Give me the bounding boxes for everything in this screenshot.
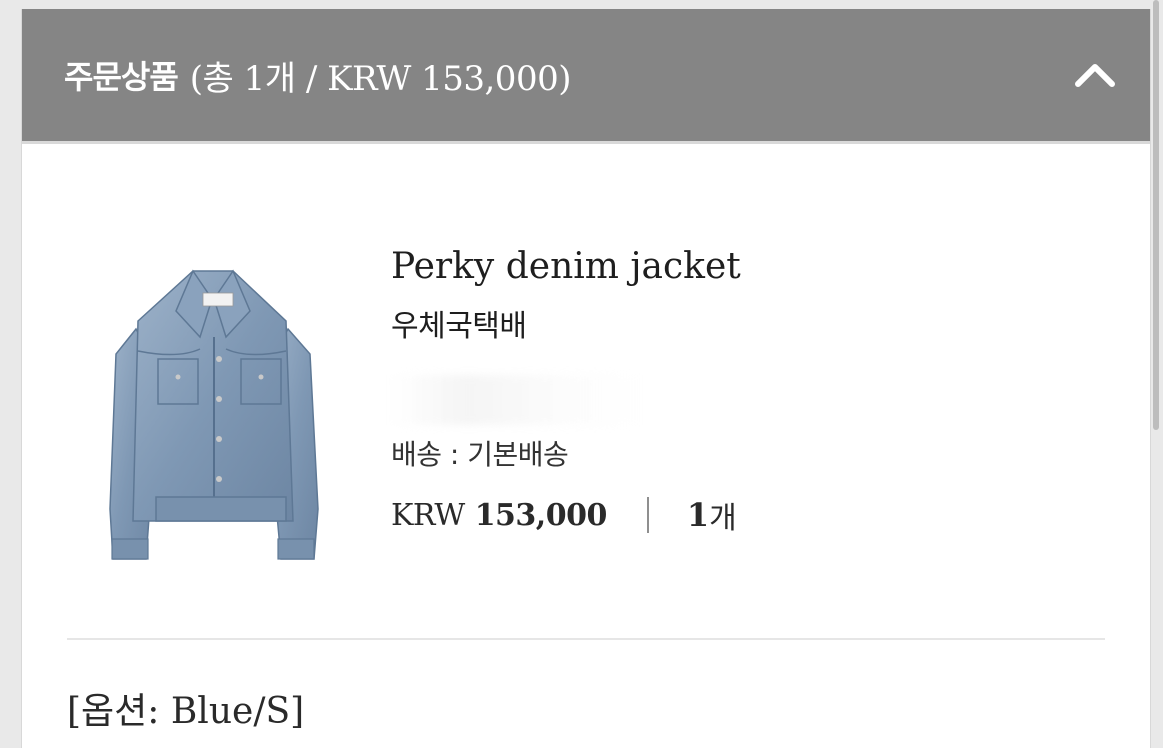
order-items-header[interactable]: 주문상품 (총 1개 / KRW 153,000) (22, 9, 1150, 141)
quantity-value: 1 (686, 496, 710, 534)
shipping-method: 우체국택배 (391, 309, 527, 344)
collapse-button[interactable] (1070, 50, 1120, 100)
order-items-panel: 주문상품 (총 1개 / KRW 153,000) Perky denim ja… (21, 9, 1151, 748)
header-summary: (총 1개 / KRW 153,000) (189, 58, 572, 99)
product-image[interactable] (88, 259, 336, 569)
section-divider (67, 638, 1105, 640)
scrollbar[interactable] (1153, 0, 1159, 430)
quantity-unit: 개 (709, 501, 737, 536)
product-option: [옵션: Blue/S] (67, 691, 305, 732)
chevron-up-icon (1075, 64, 1115, 87)
blurred-placeholder (391, 375, 641, 425)
header-title: 주문상품 (64, 58, 179, 96)
price-currency: KRW (391, 497, 465, 533)
price-row: KRW 153,000 1 개 (391, 493, 737, 537)
product-info: Perky denim jacket 우체국택배 배송 : 기본배송 KRW 1… (391, 241, 741, 536)
product-name[interactable]: Perky denim jacket (391, 241, 741, 293)
price-quantity-divider (646, 497, 649, 533)
price-value: 153,000 (474, 497, 608, 533)
delivery-type: 배송 : 기본배송 (391, 438, 569, 471)
header-divider (22, 141, 1150, 144)
